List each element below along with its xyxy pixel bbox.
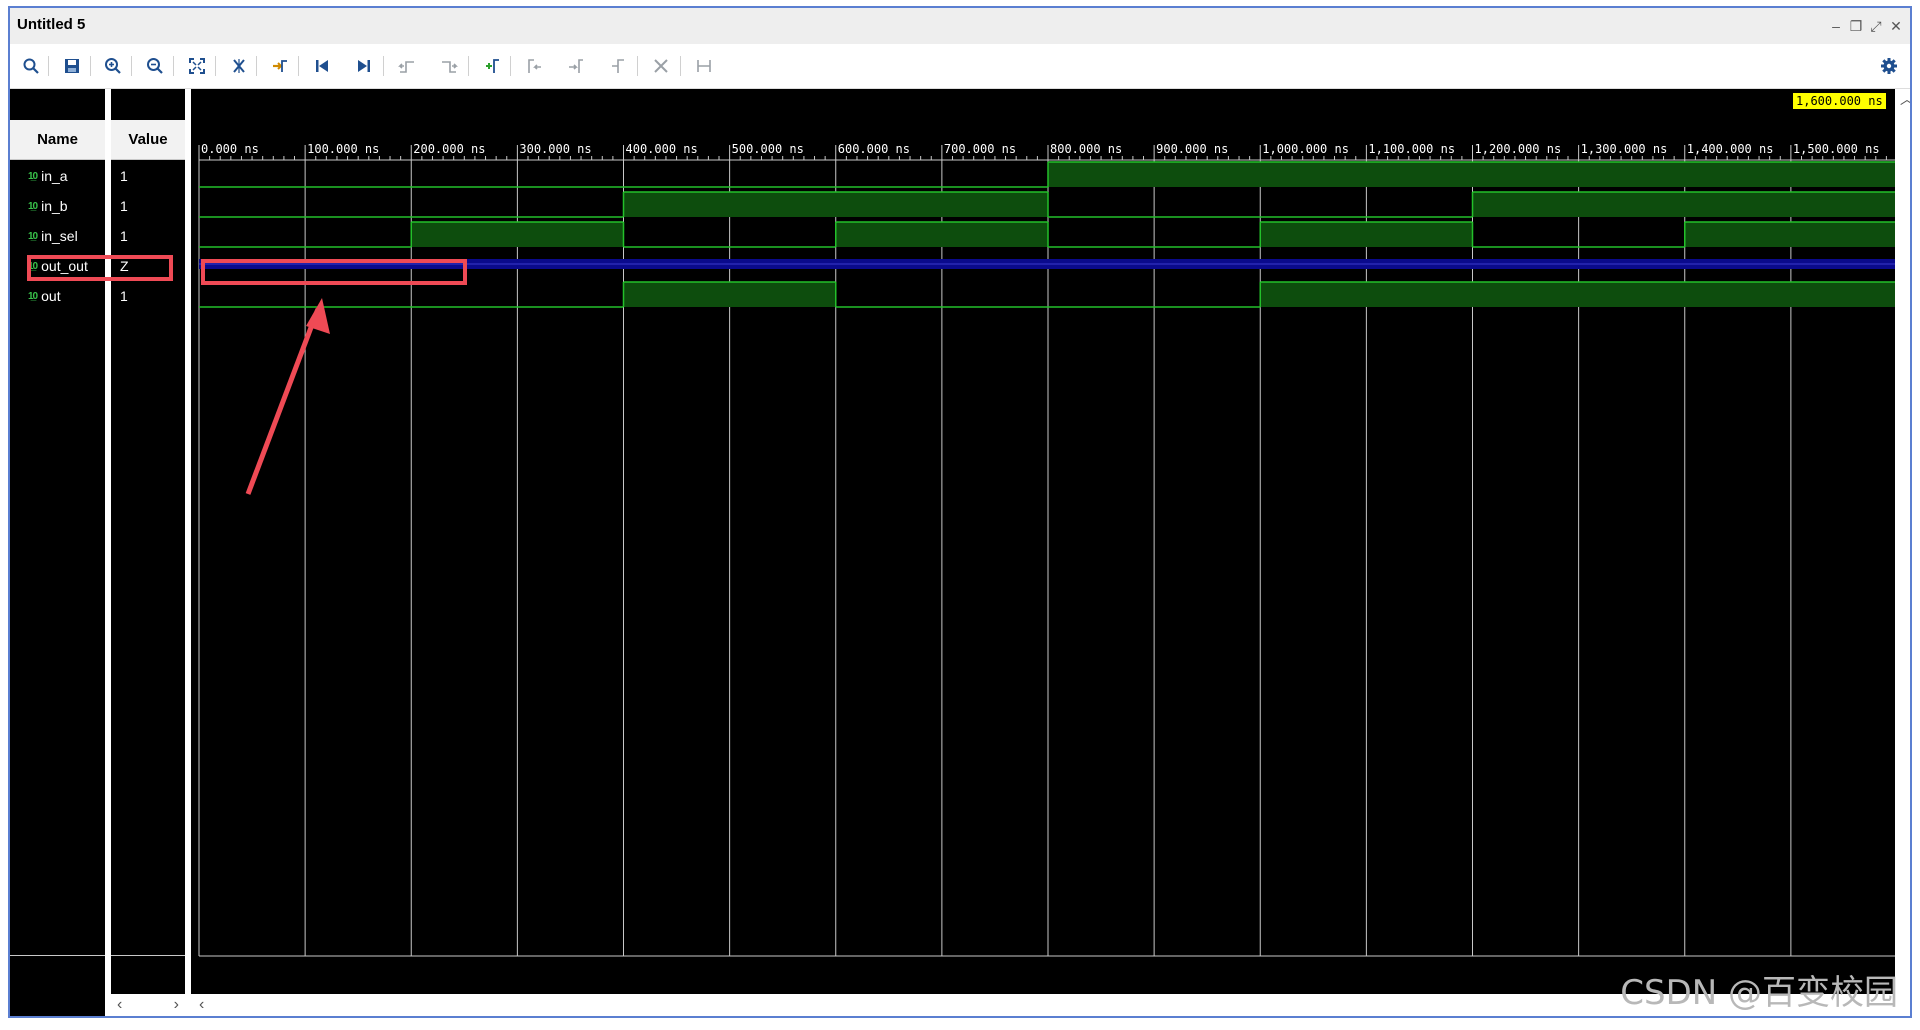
waveform-toolbar (10, 44, 1910, 89)
signal-row-in_sel[interactable]: 1̲0 in_sel (28, 225, 78, 247)
minimize-icon[interactable]: – (1828, 18, 1844, 34)
signal-value: 1 (120, 198, 128, 214)
time-tick-label: 100.000 ns (307, 142, 379, 156)
signal-row-in_b[interactable]: 1̲0 in_b (28, 195, 68, 217)
high-level-fill (835, 222, 1048, 247)
cursor-time-label: 1,600.000 ns (1793, 93, 1886, 109)
search-icon[interactable] (20, 55, 42, 77)
save-icon[interactable] (61, 55, 83, 77)
restore-icon[interactable]: ❐ (1848, 18, 1864, 34)
signal-name: in_b (41, 198, 68, 214)
time-tick-label: 1,100.000 ns (1368, 142, 1455, 156)
time-tick-label: 1,400.000 ns (1687, 142, 1774, 156)
chevron-left-icon[interactable]: ‹ (117, 996, 122, 1014)
snap-transition-icon[interactable] (269, 55, 291, 77)
signal-name-column: Name 1̲0 in_a 1̲0 in_b 1̲0 in_sel 1̲0 ou… (10, 89, 105, 1016)
add-marker-icon[interactable] (481, 55, 503, 77)
waveform-canvas[interactable]: 0.000 ns 100.000 ns 200.000 ns 300.000 ns 40… (191, 89, 1895, 1014)
next-marker-icon[interactable] (565, 55, 587, 77)
logic-signal-icon: 1̲0 (28, 200, 38, 212)
gear-icon[interactable] (1878, 55, 1900, 77)
signal-value-column: Value 1 1 1 Z 1 (111, 89, 185, 1016)
time-tick-label: 300.000 ns (519, 142, 591, 156)
signal-highlight-box (27, 255, 173, 281)
signal-name: in_sel (41, 228, 78, 244)
signal-value: 1 (120, 288, 128, 304)
logic-signal-icon: 1̲0 (28, 290, 38, 302)
time-tick-label: 900.000 ns (1156, 142, 1228, 156)
signal-value: 1 (120, 168, 128, 184)
vertical-scrollbar[interactable]: ︿ (1896, 89, 1910, 1016)
annotation-arrow (245, 298, 330, 495)
time-tick-label: 700.000 ns (944, 142, 1016, 156)
time-tick-label: 500.000 ns (732, 142, 804, 156)
title-bar: Untitled 5 – ❐ ⤢ ✕ (10, 8, 1910, 44)
go-to-end-icon[interactable] (353, 55, 375, 77)
logic-signal-icon: 1̲0 (28, 230, 38, 242)
time-tick-label: 1,200.000 ns (1475, 142, 1562, 156)
high-level-fill (1048, 162, 1895, 187)
zoom-in-icon[interactable] (102, 55, 124, 77)
time-tick-label: 1,000.000 ns (1262, 142, 1349, 156)
close-icon[interactable]: ✕ (1888, 18, 1904, 34)
swap-cursor-icon[interactable] (228, 55, 250, 77)
zoom-fit-icon[interactable] (186, 55, 208, 77)
signal-name: in_a (41, 168, 68, 184)
signal-row-out[interactable]: 1̲0 out (28, 285, 61, 307)
window-title: Untitled 5 (17, 16, 86, 33)
high-level-fill (1260, 282, 1895, 307)
high-level-fill (411, 222, 624, 247)
time-tick-label: 1,300.000 ns (1581, 142, 1668, 156)
go-to-start-icon[interactable] (311, 55, 333, 77)
time-tick-label: 0.000 ns (201, 142, 259, 156)
high-level-fill (623, 282, 836, 307)
chevron-right-icon[interactable]: › (174, 996, 179, 1014)
waveform-viewer: Name 1̲0 in_a 1̲0 in_b 1̲0 in_sel 1̲0 ou… (10, 89, 1910, 1016)
signal-value: 1 (120, 228, 128, 244)
time-tick-label: 200.000 ns (413, 142, 485, 156)
marker-span-icon[interactable] (693, 55, 715, 77)
signal-row-in_a[interactable]: 1̲0 in_a (28, 165, 68, 187)
delete-marker-icon[interactable] (650, 55, 672, 77)
next-transition-icon[interactable] (438, 55, 460, 77)
high-level-fill (1472, 192, 1895, 217)
waveform-area[interactable]: 0.000 ns 100.000 ns 200.000 ns 300.000 ns 40… (191, 89, 1895, 1016)
signal-name: out (41, 288, 61, 304)
value-column-header[interactable]: Value (111, 120, 185, 160)
high-level-fill (1684, 222, 1895, 247)
time-tick-label: 800.000 ns (1050, 142, 1122, 156)
time-tick-label: 400.000 ns (626, 142, 698, 156)
previous-transition-icon[interactable] (396, 55, 418, 77)
high-level-fill (1260, 222, 1473, 247)
waveform-window: Untitled 5 – ❐ ⤢ ✕ Name 1̲0 in_a 1̲0 in_… (8, 6, 1912, 1018)
watermark: CSDN @百变校园 (1620, 973, 1898, 1013)
chevron-left-icon[interactable]: ‹ (199, 996, 204, 1014)
previous-marker-icon[interactable] (523, 55, 545, 77)
high-level-fill (623, 192, 1048, 217)
chevron-up-icon[interactable]: ︿ (1900, 89, 1910, 109)
logic-signal-icon: 1̲0 (28, 170, 38, 182)
name-column-header[interactable]: Name (10, 120, 105, 160)
time-tick-label: 1,500.000 ns (1793, 142, 1880, 156)
time-tick-label: 600.000 ns (838, 142, 910, 156)
marker-icon[interactable] (607, 55, 629, 77)
zoom-out-icon[interactable] (144, 55, 166, 77)
value-horizontal-scrollbar[interactable]: ‹ › (111, 994, 185, 1016)
float-icon[interactable]: ⤢ (1868, 18, 1884, 34)
